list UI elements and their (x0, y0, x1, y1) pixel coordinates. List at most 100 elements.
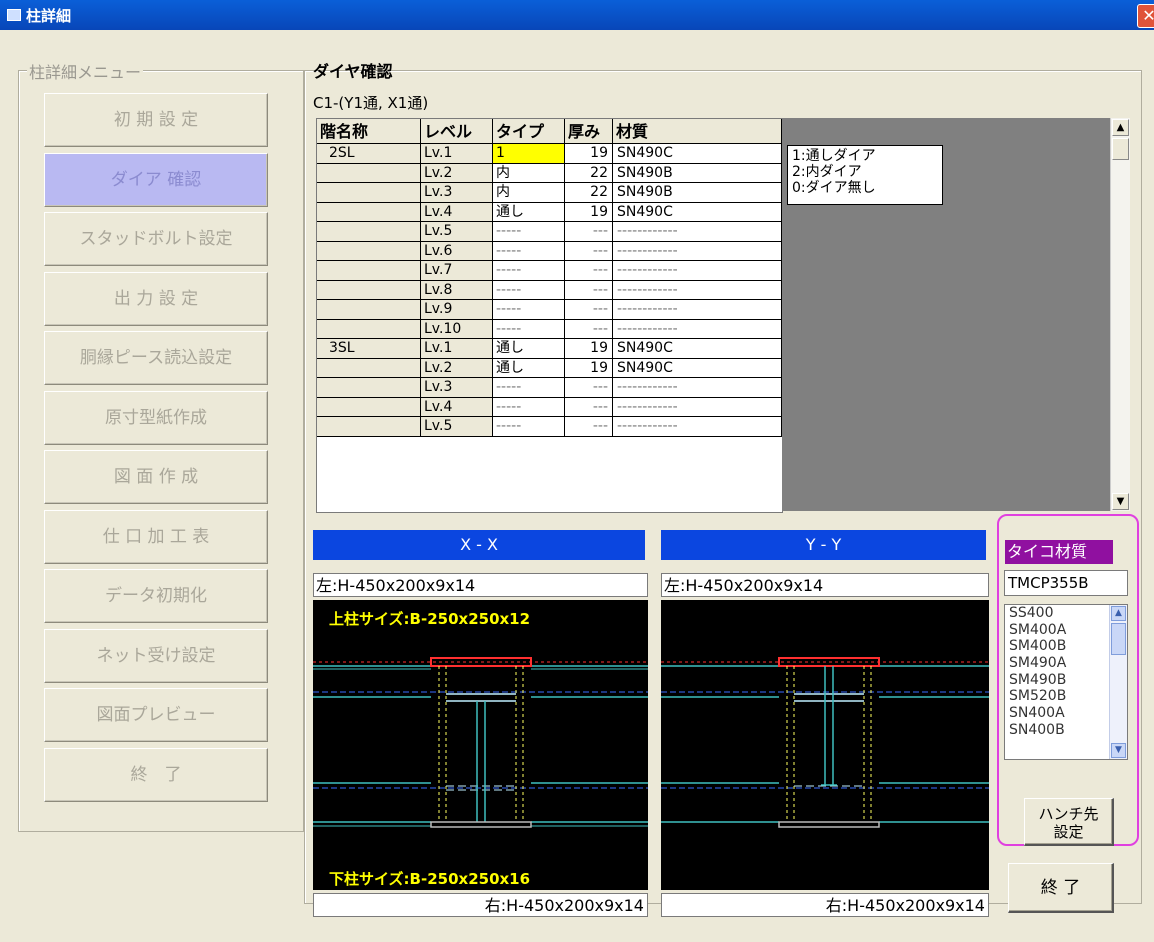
menu-full-scale-template-button[interactable]: 原寸型紙作成 (44, 391, 268, 445)
cell-thickness[interactable]: 19 (565, 358, 613, 378)
cell-material[interactable]: SN490C (613, 202, 782, 222)
cell-type[interactable]: 通し (493, 358, 565, 378)
table-row[interactable]: Lv.3 ----- --- ------------ (317, 378, 782, 398)
cell-thickness[interactable]: --- (565, 241, 613, 261)
exit-button[interactable]: 終 了 (1008, 863, 1114, 913)
xx-left-beam-size: 左:H-450x200x9x14 (313, 573, 648, 597)
cell-thickness[interactable]: --- (565, 319, 613, 339)
menu-drawing-create-button[interactable]: 図 面 作 成 (44, 450, 268, 504)
cell-thickness[interactable]: 19 (565, 339, 613, 359)
cell-type[interactable]: 内 (493, 163, 565, 183)
cell-level: Lv.3 (421, 378, 493, 398)
table-row[interactable]: Lv.3 内 22 SN490B (317, 183, 782, 203)
table-row[interactable]: Lv.4 ----- --- ------------ (317, 397, 782, 417)
haunch-tip-settings-button[interactable]: ハンチ先 設定 (1024, 798, 1114, 846)
menu-net-receiver-settings-button[interactable]: ネット受け設定 (44, 629, 268, 683)
cell-thickness[interactable]: --- (565, 378, 613, 398)
title-bar: 柱詳細 (0, 0, 1154, 30)
header-floor: 階名称 (317, 119, 421, 144)
cell-type[interactable]: ----- (493, 417, 565, 437)
legend-item: 1:通しダイア (792, 148, 876, 164)
cell-material[interactable]: SN490C (613, 339, 782, 359)
cell-level: Lv.7 (421, 261, 493, 281)
menu-drawing-preview-button[interactable]: 図面プレビュー (44, 688, 268, 742)
table-row[interactable]: Lv.10 ----- --- ------------ (317, 319, 782, 339)
material-input[interactable]: TMCP355B (1004, 570, 1128, 596)
cell-material[interactable]: ------------ (613, 378, 782, 398)
cell-material[interactable]: ------------ (613, 222, 782, 242)
list-scroll-thumb[interactable] (1111, 623, 1126, 655)
cell-thickness[interactable]: --- (565, 222, 613, 242)
menu-data-init-button[interactable]: データ初期化 (44, 569, 268, 623)
cell-material[interactable]: ------------ (613, 397, 782, 417)
cell-floor: 2SL (317, 144, 421, 164)
cell-type[interactable]: ----- (493, 261, 565, 281)
cell-material[interactable]: SN490B (613, 183, 782, 203)
table-row[interactable]: 3SL Lv.1 通し 19 SN490C (317, 339, 782, 359)
cell-floor (317, 241, 421, 261)
cell-type[interactable]: 1 (493, 144, 565, 164)
cell-thickness[interactable]: --- (565, 280, 613, 300)
cell-material[interactable]: ------------ (613, 280, 782, 300)
cell-material[interactable]: SN490B (613, 163, 782, 183)
cell-material[interactable]: ------------ (613, 241, 782, 261)
scroll-thumb[interactable] (1112, 138, 1129, 160)
table-row[interactable]: Lv.2 通し 19 SN490C (317, 358, 782, 378)
diaphragm-grid[interactable]: 階名称 レベル タイプ 厚み 材質 2SL Lv.1 1 19 SN490C Lv.2 内 2… (316, 118, 783, 513)
cell-material[interactable]: ------------ (613, 319, 782, 339)
list-up-arrow-icon[interactable]: ▲ (1111, 606, 1126, 621)
cell-material[interactable]: ------------ (613, 300, 782, 320)
cell-type[interactable]: ----- (493, 280, 565, 300)
cell-type[interactable]: ----- (493, 397, 565, 417)
cell-thickness[interactable]: --- (565, 300, 613, 320)
cell-material[interactable]: SN490C (613, 144, 782, 164)
cell-thickness[interactable]: 22 (565, 183, 613, 203)
cell-thickness[interactable]: 19 (565, 202, 613, 222)
cell-type[interactable]: 通し (493, 202, 565, 222)
grid-scrollbar[interactable]: ▲ ▼ (1110, 118, 1130, 511)
material-list-scrollbar[interactable]: ▲ ▼ (1109, 605, 1127, 759)
scroll-up-arrow-icon[interactable]: ▲ (1112, 119, 1129, 136)
cell-thickness[interactable]: 22 (565, 163, 613, 183)
cell-material[interactable]: ------------ (613, 417, 782, 437)
cell-type[interactable]: 通し (493, 339, 565, 359)
menu-initial-settings-button[interactable]: 初 期 設 定 (44, 93, 268, 147)
table-row[interactable]: Lv.7 ----- --- ------------ (317, 261, 782, 281)
cell-level: Lv.5 (421, 417, 493, 437)
table-row[interactable]: Lv.5 ----- --- ------------ (317, 222, 782, 242)
table-row[interactable]: Lv.2 内 22 SN490B (317, 163, 782, 183)
menu-diaphragm-check-button[interactable]: ダイア 確認 (44, 153, 268, 207)
header-type: タイプ (493, 119, 565, 144)
yy-left-beam-size: 左:H-450x200x9x14 (661, 573, 989, 597)
cell-type[interactable]: 内 (493, 183, 565, 203)
cell-material[interactable]: ------------ (613, 261, 782, 281)
cell-thickness[interactable]: --- (565, 417, 613, 437)
list-down-arrow-icon[interactable]: ▼ (1111, 743, 1126, 758)
cell-type[interactable]: ----- (493, 300, 565, 320)
cell-thickness[interactable]: --- (565, 261, 613, 281)
scroll-down-arrow-icon[interactable]: ▼ (1112, 493, 1129, 510)
close-button[interactable]: ✕ (1137, 4, 1154, 28)
table-row[interactable]: 2SL Lv.1 1 19 SN490C (317, 144, 782, 164)
menu-girt-piece-settings-button[interactable]: 胴縁ピース読込設定 (44, 331, 268, 385)
menu-output-settings-button[interactable]: 出 力 設 定 (44, 272, 268, 326)
table-row[interactable]: Lv.5 ----- --- ------------ (317, 417, 782, 437)
table-row[interactable]: Lv.9 ----- --- ------------ (317, 300, 782, 320)
cell-thickness[interactable]: --- (565, 397, 613, 417)
lower-column-size-label: 下柱サイズ:B-250x250x16 (329, 870, 531, 888)
cell-type[interactable]: ----- (493, 319, 565, 339)
column-location-label: C1-(Y1通, X1通) (313, 94, 429, 112)
cell-level: Lv.1 (421, 339, 493, 359)
cell-type[interactable]: ----- (493, 241, 565, 261)
menu-exit-button[interactable]: 終 了 (44, 748, 268, 802)
table-row[interactable]: Lv.6 ----- --- ------------ (317, 241, 782, 261)
table-row[interactable]: Lv.8 ----- --- ------------ (317, 280, 782, 300)
cell-type[interactable]: ----- (493, 222, 565, 242)
cell-thickness[interactable]: 19 (565, 144, 613, 164)
cell-type[interactable]: ----- (493, 378, 565, 398)
menu-joint-process-table-button[interactable]: 仕 口 加 工 表 (44, 510, 268, 564)
cell-material[interactable]: SN490C (613, 358, 782, 378)
material-list[interactable]: SS400 SM400A SM400B SM490A SM490B SM520B SN400… (1004, 604, 1128, 760)
menu-stud-bolt-settings-button[interactable]: スタッドボルト設定 (44, 212, 268, 266)
table-row[interactable]: Lv.4 通し 19 SN490C (317, 202, 782, 222)
